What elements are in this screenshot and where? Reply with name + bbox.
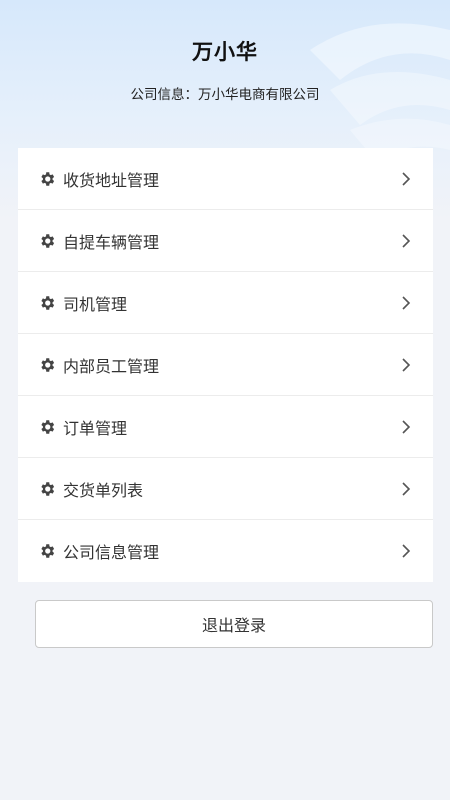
menu-item-label: 交货单列表 [63, 480, 144, 500]
chevron-right-icon [402, 544, 411, 558]
menu-item-label: 订单管理 [63, 418, 128, 438]
menu-item-driver[interactable]: 司机管理 [18, 272, 433, 334]
gear-icon [41, 419, 55, 434]
gear-icon [41, 233, 55, 248]
chevron-right-icon [402, 233, 411, 248]
menu-item-company-info[interactable]: 公司信息管理 [18, 520, 433, 582]
menu-item-label: 内部员工管理 [63, 356, 160, 376]
menu-item-shipping-address[interactable]: 收货地址管理 [18, 148, 433, 210]
menu-item-label: 公司信息管理 [63, 543, 160, 562]
chevron-right-icon [402, 357, 411, 372]
company-info-label: 公司信息： [130, 87, 199, 103]
gear-icon [41, 544, 55, 558]
company-info: 公司信息：万小华电商有限公司 [0, 83, 450, 103]
menu-item-orders[interactable]: 订单管理 [18, 396, 433, 458]
menu-item-internal-staff[interactable]: 内部员工管理 [18, 334, 433, 396]
gear-icon [41, 295, 55, 310]
chevron-right-icon [402, 171, 411, 186]
menu-item-delivery-list[interactable]: 交货单列表 [18, 458, 433, 520]
menu-item-label: 自提车辆管理 [63, 232, 160, 252]
chevron-right-icon [402, 481, 411, 496]
menu-item-label: 司机管理 [63, 294, 128, 314]
company-name: 万小华电商有限公司 [198, 87, 320, 103]
chevron-right-icon [402, 295, 411, 310]
chevron-right-icon [402, 419, 411, 434]
gear-icon [41, 357, 55, 372]
user-name: 万小华 [192, 40, 258, 64]
menu-item-label: 收货地址管理 [63, 170, 160, 190]
menu-item-pickup-vehicle[interactable]: 自提车辆管理 [18, 210, 433, 272]
menu-list: 收货地址管理 自提车辆管理 司机管理 内部员工管理 订单管理 交货单列表 公司信… [18, 148, 433, 582]
gear-icon [41, 171, 55, 186]
gear-icon [41, 481, 55, 496]
logout-button[interactable]: 退出登录 [35, 600, 433, 648]
